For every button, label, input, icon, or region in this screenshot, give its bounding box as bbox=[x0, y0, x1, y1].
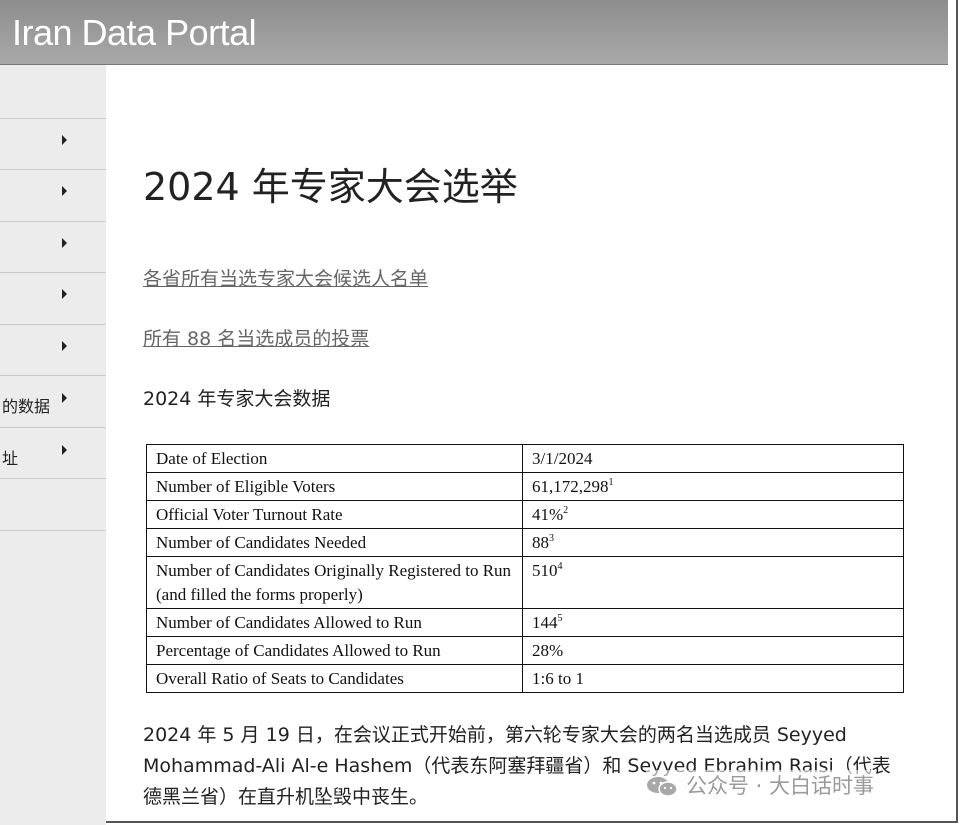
table-row: Number of Eligible Voters 61,172,2981 bbox=[146, 472, 904, 501]
footnote-ref[interactable]: 1 bbox=[609, 477, 614, 488]
chevron-right-icon bbox=[62, 238, 67, 248]
footnote-ref[interactable]: 2 bbox=[563, 505, 568, 516]
table-row: Overall Ratio of Seats to Candidates 1:6… bbox=[146, 664, 904, 693]
sidebar-item-label: 址 bbox=[2, 449, 19, 468]
window-frame bbox=[0, 0, 958, 823]
table-value: 3/1/2024 bbox=[522, 444, 904, 473]
sidebar-item-5[interactable] bbox=[0, 324, 106, 375]
table-key: Overall Ratio of Seats to Candidates bbox=[146, 664, 523, 693]
wechat-icon bbox=[646, 776, 680, 798]
table-key: Number of Candidates Originally Register… bbox=[146, 556, 523, 609]
chevron-right-icon bbox=[62, 135, 67, 145]
table-value: 883 bbox=[522, 528, 904, 557]
table-row: Number of Candidates Allowed to Run 1445 bbox=[146, 608, 904, 637]
table-value: 28% bbox=[522, 636, 904, 665]
table-key: Percentage of Candidates Allowed to Run bbox=[146, 636, 523, 665]
table-value: 1:6 to 1 bbox=[522, 664, 904, 693]
table-key: Number of Eligible Voters bbox=[146, 472, 523, 501]
sidebar-item-label: 的数据 bbox=[2, 397, 51, 416]
table-value: 41%2 bbox=[522, 500, 904, 529]
page-title: 2024 年专家大会选举 bbox=[143, 165, 518, 209]
site-header: Iran Data Portal bbox=[0, 0, 948, 65]
table-value: 1445 bbox=[522, 608, 904, 637]
table-value: 5104 bbox=[522, 556, 904, 609]
candidates-by-province-link[interactable]: 各省所有当选专家大会候选人名单 bbox=[143, 264, 428, 291]
chevron-right-icon bbox=[62, 186, 67, 196]
member-votes-link[interactable]: 所有 88 名当选成员的投票 bbox=[143, 324, 369, 351]
table-row: Number of Candidates Needed 883 bbox=[146, 528, 904, 557]
sidebar-item-1[interactable] bbox=[0, 118, 106, 169]
sidebar-item-3[interactable] bbox=[0, 221, 106, 272]
table-row: Percentage of Candidates Allowed to Run … bbox=[146, 636, 904, 665]
chevron-right-icon bbox=[62, 393, 67, 403]
table-key: Date of Election bbox=[146, 444, 523, 473]
sidebar-item-address[interactable]: 址 bbox=[0, 427, 106, 478]
table-row: Date of Election 3/1/2024 bbox=[146, 444, 904, 473]
table-row: Official Voter Turnout Rate 41%2 bbox=[146, 500, 904, 529]
chevron-right-icon bbox=[62, 445, 67, 455]
table-row: Number of Candidates Originally Register… bbox=[146, 556, 904, 609]
sidebar-item-data[interactable]: 的数据 bbox=[0, 375, 106, 426]
table-key: Number of Candidates Needed bbox=[146, 528, 523, 557]
site-title[interactable]: Iran Data Portal bbox=[12, 12, 257, 54]
sidebar-divider bbox=[0, 530, 106, 531]
section-heading: 2024 年专家大会数据 bbox=[143, 388, 331, 410]
watermark: 公众号 · 大白话时事 bbox=[646, 770, 875, 804]
sidebar-item-blank[interactable] bbox=[0, 65, 106, 116]
sidebar-item-blank[interactable] bbox=[0, 478, 106, 529]
sidebar-item-4[interactable] bbox=[0, 272, 106, 323]
chevron-right-icon bbox=[62, 289, 67, 299]
table-key: Number of Candidates Allowed to Run bbox=[146, 608, 523, 637]
footnote-ref[interactable]: 3 bbox=[549, 533, 554, 544]
table-key: Official Voter Turnout Rate bbox=[146, 500, 523, 529]
footnote-ref[interactable]: 5 bbox=[558, 613, 563, 624]
election-data-table: Date of Election 3/1/2024 Number of Elig… bbox=[146, 444, 904, 693]
footnote-ref[interactable]: 4 bbox=[558, 561, 563, 572]
watermark-text: 公众号 · 大白话时事 bbox=[686, 774, 875, 798]
sidebar-nav: 的数据 址 bbox=[0, 65, 106, 825]
table-value: 61,172,2981 bbox=[522, 472, 904, 501]
sidebar-item-2[interactable] bbox=[0, 169, 106, 220]
chevron-right-icon bbox=[62, 341, 67, 351]
